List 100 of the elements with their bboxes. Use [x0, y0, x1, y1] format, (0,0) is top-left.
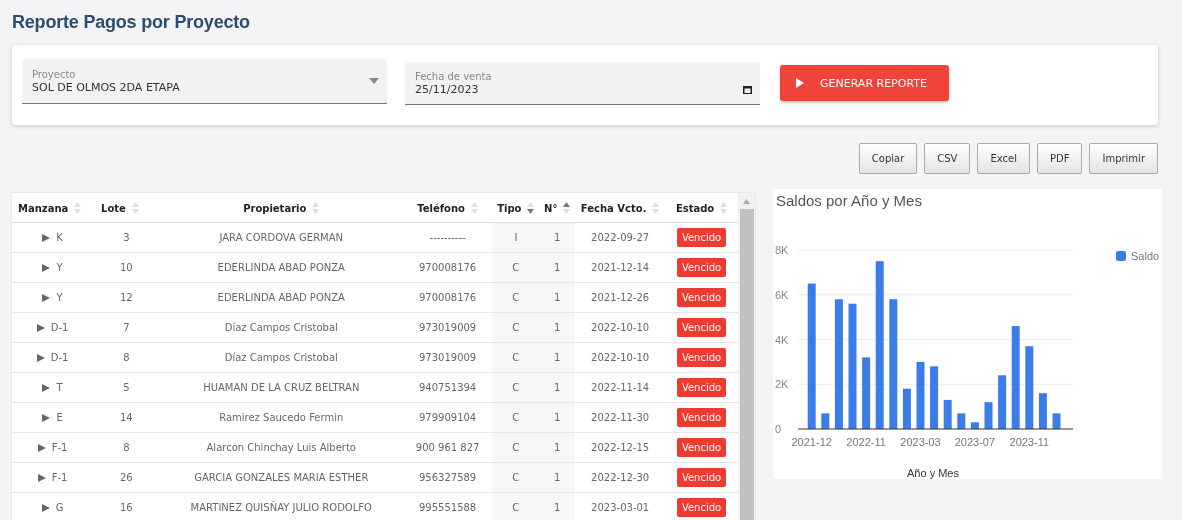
phone-cell: 940751394: [418, 382, 477, 393]
type-cell: C: [512, 382, 520, 393]
lote-cell: 16: [120, 502, 133, 513]
manzana-cell: D-1: [50, 322, 69, 333]
manzana-cell: Y: [56, 262, 63, 273]
lote-cell: 26: [120, 472, 133, 483]
phone-cell: 973019009: [418, 352, 477, 363]
due-date-cell: 2022-11-30: [591, 412, 650, 423]
bar: [862, 357, 871, 429]
manzana-cell: G: [55, 502, 64, 513]
page-title: Reporte Pagos por Proyecto: [12, 12, 251, 34]
export-button[interactable]: Imprimir: [1089, 143, 1158, 174]
type-cell: C: [512, 322, 520, 333]
owner-cell: Díaz Campos Cristobal: [224, 352, 338, 363]
y-tick-label: 8K: [775, 244, 789, 256]
lote-cell: 10: [120, 262, 133, 273]
x-tick-label: 2023-07: [954, 436, 996, 448]
number-cell: 1: [554, 352, 561, 363]
due-date-cell: 2022-09-27: [591, 232, 650, 243]
project-select[interactable]: Proyecto SOL DE OLMOS 2DA ETAPA: [22, 59, 387, 104]
column-header[interactable]: Teléfono: [402, 193, 493, 223]
column-header[interactable]: Propietario: [159, 193, 403, 223]
due-date-cell: 2022-10-10: [591, 322, 650, 333]
lote-cell: 14: [120, 412, 133, 423]
bar: [902, 388, 911, 429]
lote-cell: 7: [123, 322, 130, 333]
bar: [916, 361, 925, 429]
column-header[interactable]: Lote: [93, 193, 160, 223]
export-button[interactable]: Excel: [977, 143, 1030, 174]
sort-icon: [652, 201, 660, 214]
due-date-cell: 2022-12-30: [591, 472, 650, 483]
status-badge: Vencido: [676, 258, 727, 277]
scrollbar[interactable]: [738, 193, 755, 520]
x-axis-title: Año y Mes: [907, 467, 959, 479]
phone-cell: 970008176: [418, 292, 477, 303]
bar: [1052, 413, 1061, 429]
scrollbar-thumb[interactable]: [739, 209, 754, 520]
bar: [970, 422, 979, 429]
due-date-cell: 2021-12-26: [591, 292, 650, 303]
phone-cell: 995551588: [418, 502, 477, 513]
field-label: Fecha de venta: [415, 70, 493, 82]
owner-cell: GARCIA GONZALES MARIA ESTHER: [194, 472, 369, 483]
export-button[interactable]: CSV: [924, 143, 971, 174]
legend-label: Saldo: [1131, 250, 1160, 262]
x-tick-label: 2023-11: [1009, 436, 1050, 448]
sort-icon: [74, 201, 82, 214]
sort-icon: [720, 201, 728, 214]
type-cell: C: [512, 472, 520, 483]
scroll-up-icon: [743, 199, 750, 204]
type-cell: C: [512, 352, 520, 363]
phone-cell: 973019009: [418, 322, 477, 333]
due-date-cell: 2022-11-14: [591, 382, 650, 393]
bar: [930, 366, 939, 429]
column-header[interactable]: Estado: [665, 193, 738, 223]
number-cell: 1: [554, 472, 561, 483]
status-badge: Vencido: [676, 438, 727, 457]
due-date-cell: 2022-12-15: [591, 442, 650, 453]
y-tick-label: 4K: [775, 333, 789, 346]
generate-report-button[interactable]: GENERAR REPORTE: [780, 65, 949, 101]
triangle-icon: [41, 503, 50, 512]
phone-cell: 970008176: [418, 262, 477, 273]
field-value: 25/11/2023: [415, 82, 480, 96]
play-icon: [796, 78, 804, 88]
manzana-cell: T: [56, 382, 63, 393]
y-tick-label: 0: [775, 423, 782, 435]
bar: [821, 413, 830, 429]
triangle-icon: [42, 413, 51, 422]
manzana-cell: F-1: [51, 472, 68, 483]
manzana-cell: F-1: [51, 442, 68, 453]
lote-cell: 12: [120, 292, 133, 303]
export-button[interactable]: PDF: [1036, 143, 1083, 174]
type-cell: C: [512, 412, 520, 423]
owner-cell: EDERLINDA ABAD PONZA: [217, 292, 345, 303]
number-cell: 1: [554, 412, 561, 423]
status-badge: Vencido: [676, 378, 727, 397]
phone-cell: 956327589: [418, 472, 477, 483]
sort-icon: [563, 201, 571, 214]
export-button[interactable]: Copiar: [858, 143, 918, 174]
sort-icon: [131, 201, 139, 214]
sort-icon: [527, 201, 535, 214]
column-header[interactable]: Manzana: [12, 193, 94, 223]
triangle-icon: [37, 443, 46, 452]
due-date-cell: 2023-03-01: [591, 502, 650, 513]
column-header[interactable]: Tipo: [492, 193, 540, 223]
status-badge: Vencido: [676, 288, 727, 307]
bar: [1038, 393, 1047, 429]
calendar-icon: [743, 84, 752, 94]
owner-cell: Díaz Campos Cristobal: [224, 322, 338, 333]
status-badge: Vencido: [676, 348, 727, 367]
bar: [957, 413, 966, 429]
column-header[interactable]: Fecha Vcto.: [575, 193, 666, 223]
chart-title: Saldos por Año y Mes: [776, 192, 922, 209]
owner-cell: Ramirez Saucedo Fermin: [219, 412, 344, 423]
column-header[interactable]: N°: [539, 193, 576, 223]
date-field[interactable]: Fecha de venta 25/11/2023: [405, 62, 760, 105]
manzana-cell: E: [56, 412, 63, 423]
number-cell: 1: [554, 232, 561, 243]
lote-cell: 8: [123, 352, 130, 363]
type-cell: C: [512, 262, 520, 273]
lote-cell: 5: [123, 382, 130, 393]
